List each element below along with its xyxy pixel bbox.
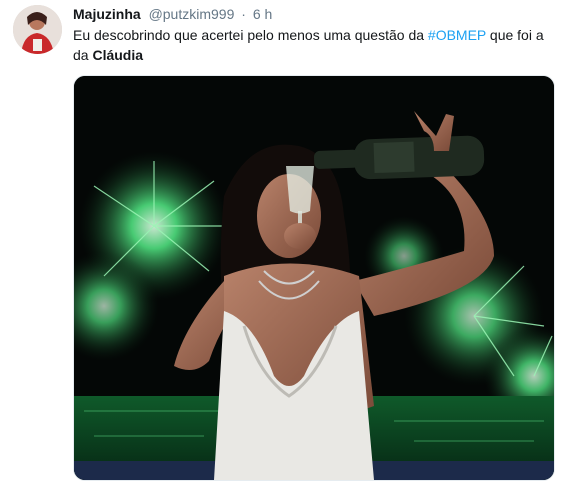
author-handle[interactable]: @putzkim999 [149, 6, 235, 22]
tweet-media[interactable] [73, 75, 555, 481]
media-photo-icon [74, 76, 554, 480]
tweet-timestamp[interactable]: 6 h [253, 6, 272, 22]
tweet-text: Eu descobrindo que acertei pelo menos um… [73, 25, 563, 65]
tweet: Majuzinha @putzkim999 · 6 h Eu descobrin… [0, 0, 580, 487]
separator-dot: · [241, 6, 246, 22]
profile-photo-icon [13, 5, 62, 54]
tweet-text-bold: Cláudia [92, 47, 144, 63]
author-name[interactable]: Majuzinha [73, 6, 141, 22]
hashtag-link[interactable]: #OBMEP [428, 27, 486, 43]
avatar[interactable] [13, 5, 62, 54]
tweet-header: Majuzinha @putzkim999 · 6 h [73, 5, 272, 23]
tweet-text-part: Eu descobrindo que acertei pelo menos um… [73, 27, 428, 43]
